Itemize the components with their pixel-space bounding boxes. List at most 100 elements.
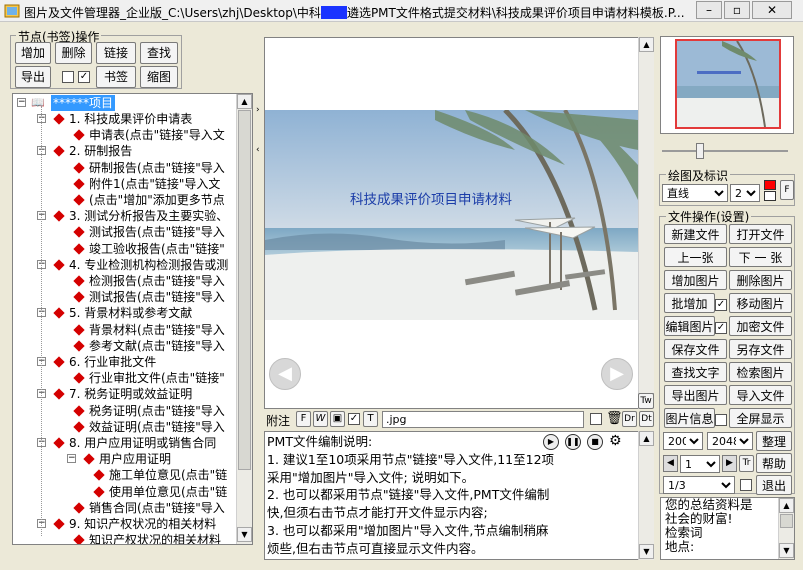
trash-icon[interactable]: 🗑 <box>606 411 623 426</box>
node-marker-icon <box>73 291 85 303</box>
search-image-button[interactable]: 检索图片 <box>729 362 792 382</box>
encrypt-file-button[interactable]: 加密文件 <box>729 316 792 336</box>
year-to-select[interactable]: 2048 <box>707 432 753 450</box>
note-checkbox-2[interactable] <box>590 413 602 425</box>
page-of-select[interactable]: 1/3 <box>663 476 735 494</box>
export-image-button[interactable]: 导出图片 <box>664 385 727 405</box>
image-info-checkbox[interactable] <box>715 414 727 426</box>
notes-textarea[interactable]: PMT文件编制说明: 1. 建议1至10项采用节点"链接"导入文件,11至12项采… <box>264 431 639 560</box>
next-button[interactable]: 下 一 张 <box>729 247 792 267</box>
tree-node-label: 检测报告(点击"链接"导入 <box>89 274 225 288</box>
add-image-button[interactable]: 增加图片 <box>664 270 727 290</box>
batch-add-button[interactable]: 批增加 <box>664 293 715 313</box>
node-checkbox-1[interactable] <box>62 71 74 83</box>
delete-image-button[interactable]: 删除图片 <box>729 270 792 290</box>
text-button[interactable]: T <box>363 411 378 427</box>
help-button[interactable]: 帮助 <box>756 453 792 473</box>
edit-image-button[interactable]: 编辑图片 <box>664 316 715 336</box>
tw-button[interactable]: Tw <box>638 393 654 409</box>
dr-button[interactable]: Dr <box>622 411 637 427</box>
tree-scroll-up[interactable]: ▲ <box>237 94 252 109</box>
fl-button[interactable]: F <box>780 180 794 200</box>
page-checkbox[interactable] <box>740 479 752 491</box>
shape-select[interactable]: 直线 <box>662 184 728 202</box>
font-button[interactable]: F <box>296 411 311 427</box>
image-small-button[interactable]: ▣ <box>330 411 345 427</box>
page-prev-icon[interactable]: ◀ <box>663 455 678 472</box>
dt-button[interactable]: Dt <box>639 411 654 427</box>
delete-node-button[interactable]: 删除 <box>55 42 92 64</box>
find-button[interactable]: 查找 <box>140 42 178 64</box>
thumbnail-button[interactable]: 缩图 <box>140 66 178 88</box>
note-checkbox[interactable]: ✓ <box>348 413 360 425</box>
tree-node-label: 附件1(点击"链接"导入文 <box>89 176 221 191</box>
title-bar: 图片及文件管理器_企业版_C:\Users\zhj\Desktop\中科 遴选PM… <box>0 0 803 22</box>
save-as-button[interactable]: 另存文件 <box>729 339 792 359</box>
file-ext-field[interactable]: .jpg <box>382 411 584 428</box>
year-from-select[interactable]: 2000 <box>663 432 703 450</box>
close-button[interactable]: ✕ <box>752 1 792 19</box>
collapse-icon[interactable]: − <box>17 98 26 107</box>
zoom-slider[interactable] <box>660 140 794 164</box>
width-select[interactable]: 2 <box>730 184 760 202</box>
minimize-button[interactable]: – <box>696 1 722 19</box>
add-node-button[interactable]: 增加 <box>15 42 51 64</box>
info-scroll-up[interactable]: ▲ <box>779 498 794 513</box>
edit-image-checkbox[interactable]: ✓ <box>715 322 727 334</box>
word-button[interactable]: W <box>313 411 328 427</box>
prev-image-arrow[interactable]: ◀ <box>269 358 301 390</box>
notes-scroll-up[interactable]: ▲ <box>639 431 654 446</box>
page-next-icon[interactable]: ▶ <box>722 455 737 472</box>
page-select[interactable]: 1 <box>680 455 720 473</box>
node-marker-icon <box>53 518 65 530</box>
stop-icon[interactable]: ■ <box>587 434 603 450</box>
node-marker-icon <box>73 178 85 190</box>
save-file-button[interactable]: 保存文件 <box>664 339 727 359</box>
open-file-button[interactable]: 打开文件 <box>729 224 792 244</box>
notes-scroll-down[interactable]: ▼ <box>639 544 654 559</box>
splitter-arrow-left[interactable]: ‹ <box>256 145 260 155</box>
info-box: 您的总结资料是 社会的财富! 检索词 地点: ▲ ▼ <box>660 497 795 560</box>
color-swatch[interactable] <box>764 180 776 190</box>
tr-button[interactable]: Tr <box>739 455 754 472</box>
image-scrollbar[interactable]: ▲ ▼ <box>638 37 654 409</box>
tree-scrollbar[interactable]: ▲ ▼ <box>236 94 252 544</box>
batch-add-checkbox[interactable]: ✓ <box>715 299 727 311</box>
image-info-button[interactable]: 图片信息 <box>664 408 715 428</box>
notes-scrollbar[interactable]: ▲ ▼ <box>638 431 654 560</box>
node-checkbox-2[interactable]: ✓ <box>78 71 90 83</box>
color-swatch-2[interactable] <box>764 191 776 201</box>
splitter-arrow-right[interactable]: › <box>256 105 260 115</box>
tree-scroll-thumb[interactable] <box>238 110 251 470</box>
new-file-button[interactable]: 新建文件 <box>664 224 727 244</box>
thumbnail-preview[interactable] <box>660 36 794 134</box>
info-scroll-thumb[interactable] <box>780 514 793 528</box>
bookmark-button[interactable]: 书签 <box>96 66 136 88</box>
image-viewer[interactable]: 科技成果评价项目申请材料 ◀ ▶ <box>264 37 639 409</box>
search-text-button[interactable]: 查找文字 <box>664 362 727 382</box>
import-file-button[interactable]: 导入文件 <box>729 385 792 405</box>
move-image-button[interactable]: 移动图片 <box>729 293 792 313</box>
info-scroll-down[interactable]: ▼ <box>779 543 794 558</box>
link-button[interactable]: 链接 <box>96 42 136 64</box>
export-button[interactable]: 导出 <box>15 66 51 88</box>
zoom-slider-thumb[interactable] <box>696 143 704 159</box>
gear-icon[interactable]: ⚙ <box>609 433 622 449</box>
node-tree[interactable]: − 📖 ******项目 −1. 科技成果评价申请表 申请表(点击"链接"导入文 −2. … <box>12 93 253 545</box>
prev-button[interactable]: 上一张 <box>664 247 727 267</box>
image-scroll-up[interactable]: ▲ <box>639 37 654 52</box>
collapse-icon[interactable]: − <box>67 454 76 464</box>
tree-scroll-down[interactable]: ▼ <box>237 527 252 542</box>
exit-button[interactable]: 退出 <box>756 475 792 495</box>
pause-icon[interactable]: ❚❚ <box>565 434 581 450</box>
organize-button[interactable]: 整理 <box>756 431 792 451</box>
maximize-button[interactable]: ▫ <box>724 1 750 19</box>
play-icon[interactable]: ▶ <box>543 434 559 450</box>
info-scrollbar[interactable]: ▲ ▼ <box>778 498 794 559</box>
fullscreen-button[interactable]: 全屏显示 <box>729 408 792 428</box>
tree-node-label: 4. 专业检测机构检测报告或测 <box>69 257 229 272</box>
next-image-arrow[interactable]: ▶ <box>601 358 633 390</box>
beach-image <box>265 110 638 320</box>
tree-node-label: 6. 行业审批文件 <box>69 355 157 369</box>
info-line: 您的总结资料是 <box>665 497 753 512</box>
